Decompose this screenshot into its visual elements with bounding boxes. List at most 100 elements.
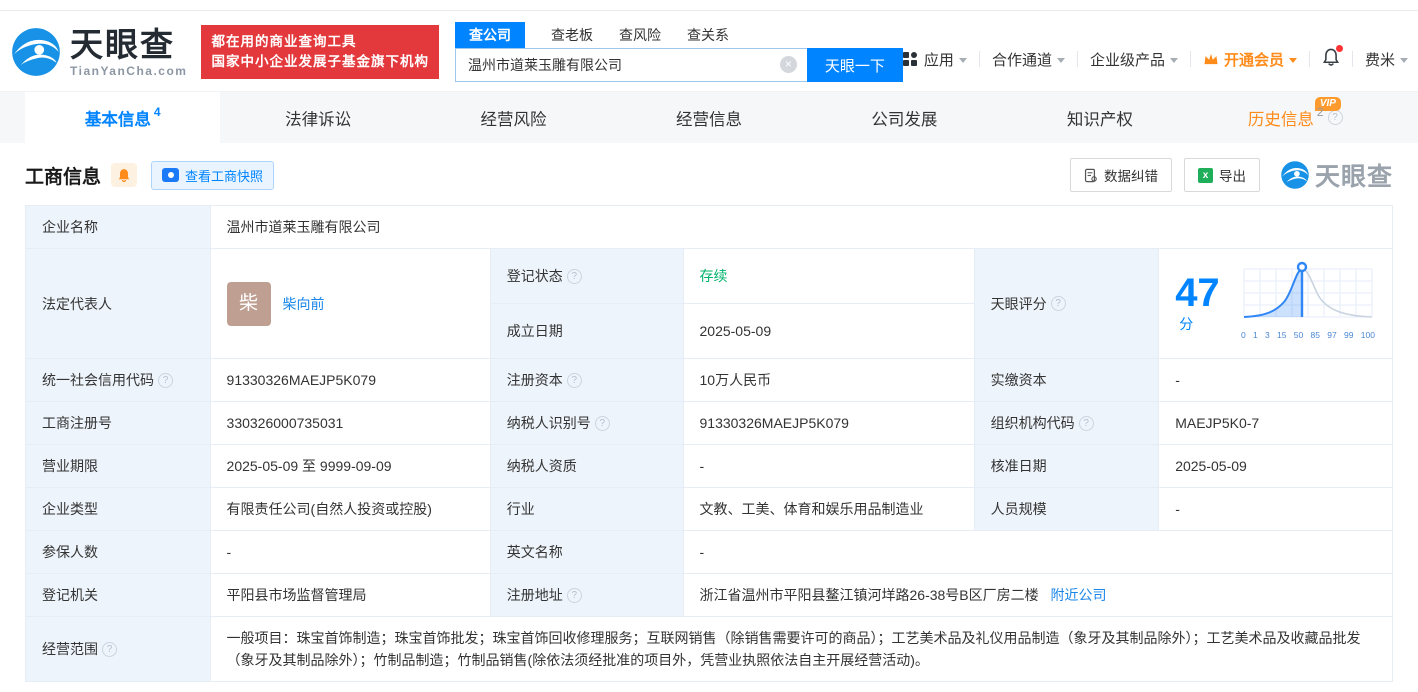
chevron-down-icon bbox=[1289, 58, 1297, 63]
help-icon[interactable]: ? bbox=[567, 269, 582, 284]
help-icon[interactable]: ? bbox=[1079, 416, 1094, 431]
subscribe-bell-icon[interactable] bbox=[111, 163, 137, 187]
search-tab-risk[interactable]: 查风险 bbox=[619, 22, 661, 48]
document-edit-icon bbox=[1084, 168, 1098, 183]
top-menu: 应用 合作通道 企业级产品 开通会员 bbox=[903, 48, 1408, 71]
menu-vip[interactable]: 开通会员 bbox=[1203, 49, 1297, 70]
credit-code-value: 91330326MAEJP5K079 bbox=[210, 359, 490, 402]
search-tab-relation[interactable]: 查关系 bbox=[687, 22, 729, 48]
legal-rep-avatar[interactable]: 柴 bbox=[227, 282, 271, 326]
menu-user[interactable]: 费米 bbox=[1365, 49, 1408, 70]
score-number: 47 bbox=[1175, 271, 1220, 315]
menu-apps[interactable]: 应用 bbox=[903, 49, 967, 70]
english-name-value: - bbox=[683, 531, 1393, 574]
industry-label: 行业 bbox=[490, 488, 683, 531]
company-name-label: 企业名称 bbox=[26, 206, 211, 249]
search-button[interactable]: 天眼一下 bbox=[807, 48, 903, 82]
help-icon[interactable]: ? bbox=[595, 416, 610, 431]
notification-red-dot bbox=[1336, 45, 1343, 52]
legal-rep-label: 法定代表人 bbox=[26, 249, 211, 359]
taxpayer-id-value: 91330326MAEJP5K079 bbox=[683, 402, 974, 445]
menu-vip-label: 开通会员 bbox=[1224, 49, 1284, 70]
score-label-text: 天眼评分 bbox=[991, 293, 1047, 315]
slogan-banner: 都在用的商业查询工具 国家中小企业发展子基金旗下机构 bbox=[201, 25, 439, 79]
address-text: 浙江省温州市平阳县鳌江镇河垟路26-38号B区厂房二楼 bbox=[700, 587, 1039, 603]
help-icon[interactable]: ? bbox=[567, 373, 582, 388]
search-tab-boss[interactable]: 查老板 bbox=[551, 22, 593, 48]
clear-search-icon[interactable]: × bbox=[780, 56, 797, 73]
legal-rep-cell: 柴 柴向前 bbox=[210, 249, 490, 359]
staff-size-value: - bbox=[1159, 488, 1393, 531]
menu-partner[interactable]: 合作通道 bbox=[992, 49, 1065, 70]
help-icon[interactable]: ? bbox=[1328, 110, 1343, 125]
menu-enterprise[interactable]: 企业级产品 bbox=[1090, 49, 1178, 70]
tab-operation-risk[interactable]: 经营风险 bbox=[416, 92, 611, 143]
camera-icon bbox=[162, 168, 179, 182]
help-icon[interactable]: ? bbox=[102, 642, 117, 657]
tab-development-label: 公司发展 bbox=[871, 106, 937, 130]
search-input[interactable] bbox=[455, 48, 807, 82]
menu-divider bbox=[1077, 51, 1078, 67]
logo-title: 天眼查 bbox=[70, 28, 187, 61]
taxpayer-id-label-text: 纳税人识别号 bbox=[507, 412, 591, 434]
help-icon[interactable]: ? bbox=[567, 588, 582, 603]
score-distribution-chart: 01 315 5085 9799 100 bbox=[1240, 261, 1376, 346]
search-tabs: 查公司 查老板 查风险 查关系 bbox=[455, 22, 903, 48]
reg-status-value: 存续 bbox=[683, 249, 974, 304]
reg-status-label: 登记状态? bbox=[490, 249, 683, 304]
taxpayer-id-label: 纳税人识别号? bbox=[490, 402, 683, 445]
company-name-value: 温州市道莱玉雕有限公司 bbox=[210, 206, 1392, 249]
tab-legal[interactable]: 法律诉讼 bbox=[220, 92, 415, 143]
reg-number-label: 工商注册号 bbox=[26, 402, 211, 445]
tab-history[interactable]: VIP 历史信息 2 ? bbox=[1198, 92, 1393, 143]
menu-user-label: 费米 bbox=[1365, 49, 1395, 70]
crown-icon bbox=[1203, 52, 1219, 66]
snapshot-button[interactable]: 查看工商快照 bbox=[151, 161, 274, 190]
staff-size-label: 人员规模 bbox=[974, 488, 1159, 531]
chevron-down-icon bbox=[1400, 58, 1408, 63]
help-icon[interactable]: ? bbox=[158, 373, 173, 388]
address-label: 注册地址? bbox=[490, 574, 683, 617]
search-tab-company[interactable]: 查公司 bbox=[455, 22, 525, 48]
reg-number-value: 330326000735031 bbox=[210, 402, 490, 445]
export-button[interactable]: x 导出 bbox=[1184, 158, 1260, 192]
company-type-label: 企业类型 bbox=[26, 488, 211, 531]
top-divider bbox=[0, 0, 1418, 11]
status-badge: 存续 bbox=[700, 268, 728, 284]
org-code-label-text: 组织机构代码 bbox=[991, 412, 1075, 434]
establish-date-value: 2025-05-09 bbox=[683, 304, 974, 359]
business-term-label: 营业期限 bbox=[26, 445, 211, 488]
menu-divider bbox=[979, 51, 980, 67]
approval-date-value: 2025-05-09 bbox=[1159, 445, 1393, 488]
slogan-line2: 国家中小企业发展子基金旗下机构 bbox=[211, 52, 429, 72]
address-label-text: 注册地址 bbox=[507, 584, 563, 606]
reg-capital-value: 10万人民币 bbox=[683, 359, 974, 402]
tab-basic-info[interactable]: 基本信息 4 bbox=[25, 92, 220, 143]
data-correction-label: 数据纠错 bbox=[1104, 165, 1158, 185]
company-nav-tabs: 基本信息 4 法律诉讼 经营风险 经营信息 公司发展 知识产权 VIP 历史信息… bbox=[0, 91, 1418, 143]
table-row: 营业期限 2025-05-09 至 9999-09-09 纳税人资质 - 核准日… bbox=[26, 445, 1393, 488]
nearby-companies-link[interactable]: 附近公司 bbox=[1051, 587, 1107, 603]
tab-operation-risk-label: 经营风险 bbox=[481, 106, 547, 130]
org-code-label: 组织机构代码? bbox=[974, 402, 1159, 445]
table-row: 法定代表人 柴 柴向前 登记状态? 存续 天眼评分? 47分 bbox=[26, 249, 1393, 304]
apps-grid-icon bbox=[903, 52, 917, 66]
registry-value: 平阳县市场监督管理局 bbox=[210, 574, 490, 617]
tab-basic-info-count: 4 bbox=[154, 105, 161, 119]
reg-capital-label-text: 注册资本 bbox=[507, 369, 563, 391]
tab-ip[interactable]: 知识产权 bbox=[1002, 92, 1197, 143]
legal-rep-link[interactable]: 柴向前 bbox=[283, 293, 325, 315]
reg-status-label-text: 登记状态 bbox=[507, 265, 563, 287]
menu-enterprise-label: 企业级产品 bbox=[1090, 49, 1165, 70]
table-row: 企业类型 有限责任公司(自然人投资或控股) 行业 文教、工美、体育和娱乐用品制造… bbox=[26, 488, 1393, 531]
snapshot-button-label: 查看工商快照 bbox=[185, 166, 263, 185]
tab-operation-info[interactable]: 经营信息 bbox=[611, 92, 806, 143]
score-cell: 47分 bbox=[1159, 249, 1393, 359]
tab-history-label: 历史信息 bbox=[1248, 106, 1314, 130]
chart-x-axis: 01 315 5085 9799 100 bbox=[1240, 324, 1376, 346]
tianyancha-logo[interactable]: 天眼查 TianYanCha.com bbox=[10, 26, 187, 78]
help-icon[interactable]: ? bbox=[1051, 296, 1066, 311]
notification-bell-icon[interactable] bbox=[1322, 48, 1340, 71]
data-correction-button[interactable]: 数据纠错 bbox=[1070, 158, 1172, 192]
tab-development[interactable]: 公司发展 bbox=[807, 92, 1002, 143]
